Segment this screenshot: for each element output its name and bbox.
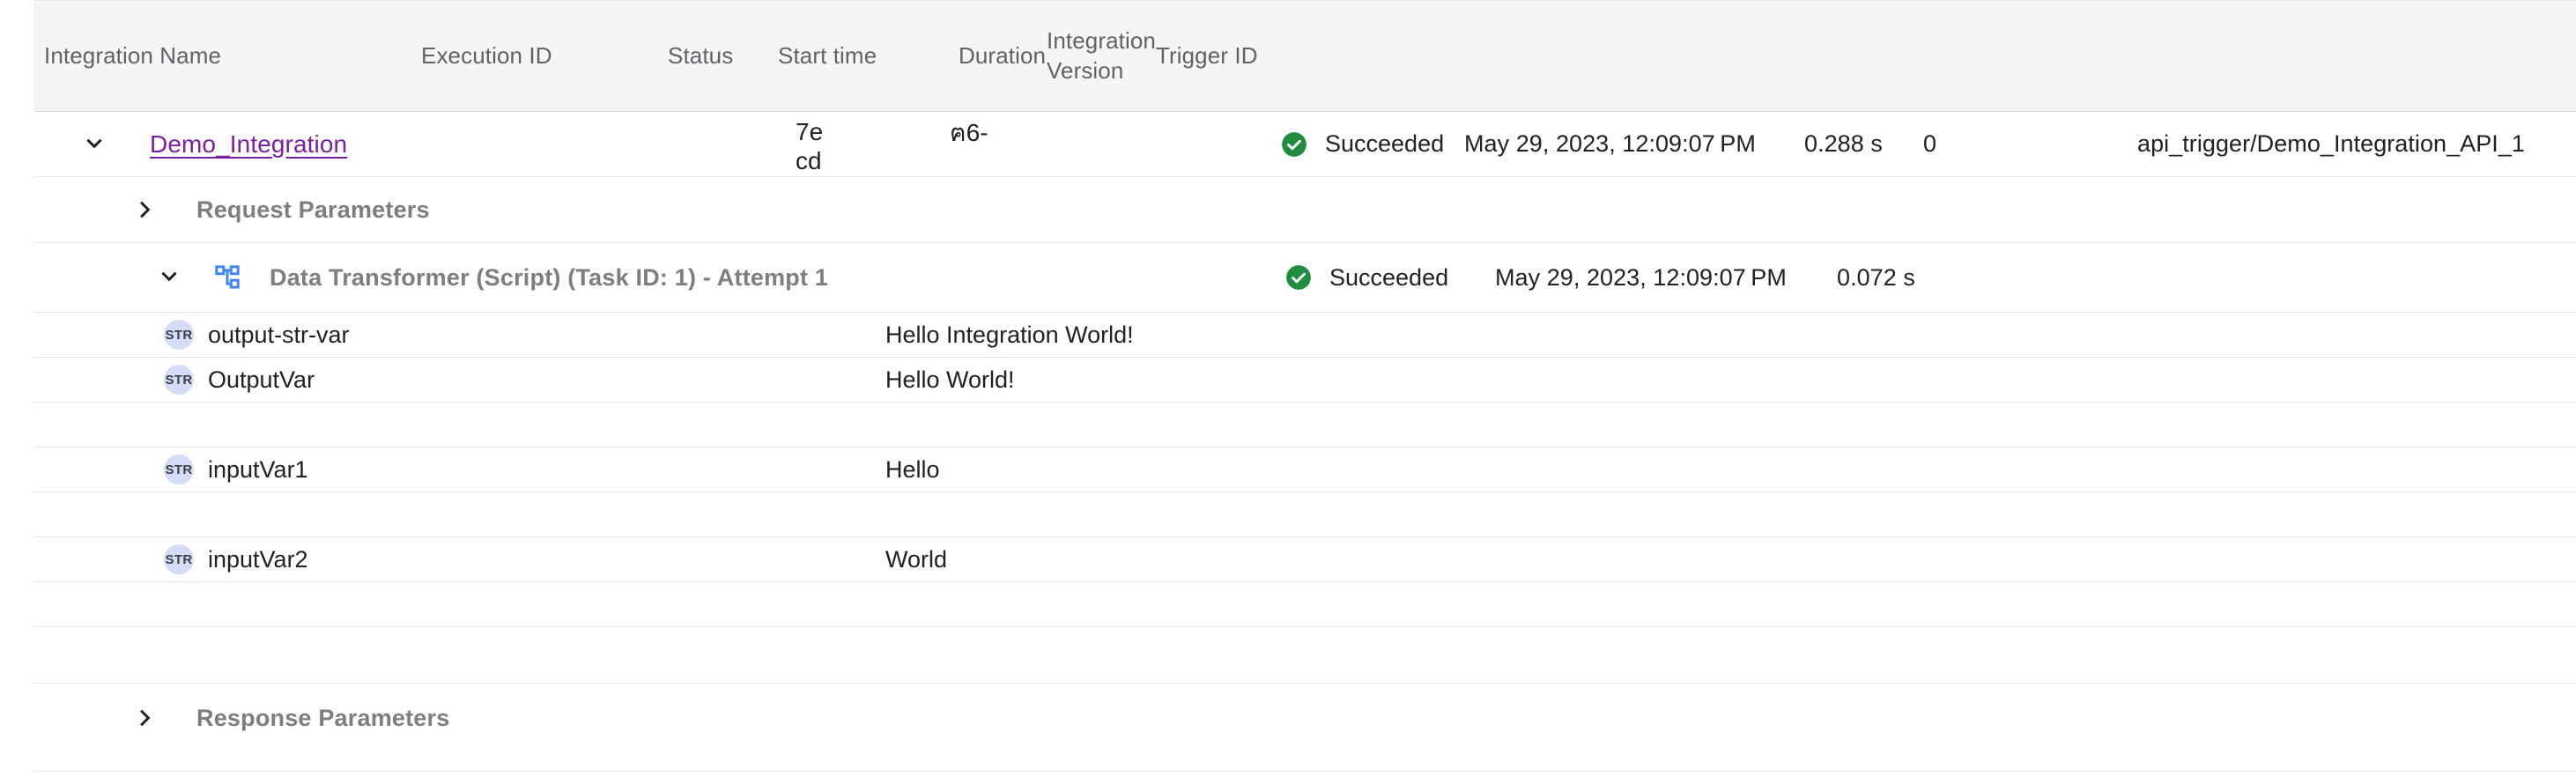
chevron-right-icon[interactable] <box>130 703 160 733</box>
start-time-value: May 29, 2023, 12:09:07 PM <box>1464 130 1756 158</box>
task-status-label: Succeeded <box>1329 264 1448 292</box>
column-header-status[interactable]: Status <box>668 1 778 112</box>
execution-logs-table: Integration Name Execution ID Status Sta… <box>33 0 2576 112</box>
variable-value: World <box>885 546 947 573</box>
execution-row[interactable]: Demo_Integration 7e ฅ​6- cd Succeeded Ma… <box>33 112 2576 177</box>
request-parameters-expander[interactable] <box>130 177 160 242</box>
column-header-start-time[interactable]: Start time <box>778 1 959 112</box>
variable-type-badge-cell: STR <box>164 447 194 492</box>
task-row-expander[interactable] <box>154 243 184 312</box>
variable-row-spacer <box>33 627 2576 684</box>
variable-value-cell: Hello <box>885 447 940 492</box>
execution-logs-page: Integration Name Execution ID Status Sta… <box>0 0 2576 784</box>
variable-value-cell: World <box>885 537 947 581</box>
variable-row-spacer <box>33 403 2576 447</box>
column-header-execution-id[interactable]: Execution ID <box>421 1 668 112</box>
string-type-badge: STR <box>164 455 194 484</box>
string-type-badge: STR <box>164 320 194 350</box>
status-cell: Succeeded <box>1280 112 1444 176</box>
variable-row[interactable]: STR inputVar2 World <box>33 537 2576 582</box>
task-label: Data Transformer (Script) (Task ID: 1) -… <box>270 264 828 292</box>
column-header-integration-version[interactable]: Integration Version <box>1047 1 1156 112</box>
variable-row-spacer <box>33 582 2576 627</box>
task-start-time-value: May 29, 2023, 12:09:07 PM <box>1495 264 1787 292</box>
variable-value: Hello World! <box>885 366 1015 394</box>
variable-name: inputVar1 <box>208 456 308 484</box>
execution-id-fragment-2: ฅ​6- <box>950 120 988 145</box>
response-parameters-label-cell: Response Parameters <box>196 684 449 752</box>
variable-value: Hello <box>885 456 940 484</box>
response-parameters-row[interactable]: Response Parameters <box>33 684 2576 772</box>
check-circle-icon <box>1284 263 1313 292</box>
variable-row[interactable]: STR inputVar1 Hello <box>33 447 2576 492</box>
variable-row[interactable]: STR output-str-var Hello Integration Wor… <box>33 313 2576 358</box>
variable-name-cell: inputVar2 <box>208 537 308 581</box>
chevron-right-icon[interactable] <box>130 195 160 225</box>
integration-name-cell: Demo_Integration <box>150 112 347 176</box>
task-label-cell: Data Transformer (Script) (Task ID: 1) -… <box>270 243 828 312</box>
variable-name: output-str-var <box>208 322 350 349</box>
response-parameters-expander[interactable] <box>130 684 160 752</box>
task-status-cell: Succeeded <box>1284 243 1448 312</box>
variable-name: OutputVar <box>208 366 315 394</box>
trigger-id-cell: api_trigger/Demo_Integration_API_1 <box>2137 112 2525 176</box>
execution-row-expander[interactable] <box>79 112 109 176</box>
variable-row[interactable]: STR OutputVar Hello World! <box>33 358 2576 403</box>
column-header-integration-name[interactable]: Integration Name <box>33 1 421 112</box>
account-tree-icon <box>214 263 244 292</box>
table-header: Integration Name Execution ID Status Sta… <box>33 1 2576 112</box>
task-duration-value: 0.072 s <box>1837 264 1915 292</box>
variable-name-cell: OutputVar <box>208 358 315 402</box>
variable-type-badge-cell: STR <box>164 537 194 581</box>
start-time-cell: May 29, 2023, 12:09:07 PM <box>1464 112 1756 176</box>
variable-type-badge-cell: STR <box>164 358 194 402</box>
column-header-duration[interactable]: Duration <box>959 1 1047 112</box>
response-parameters-label: Response Parameters <box>196 705 449 732</box>
request-parameters-row[interactable]: Request Parameters <box>33 177 2576 243</box>
status-label: Succeeded <box>1325 130 1444 158</box>
integration-version-value: 0 <box>1923 130 1936 158</box>
task-start-time-cell: May 29, 2023, 12:09:07 PM <box>1495 243 1787 312</box>
variable-name-cell: output-str-var <box>208 313 350 357</box>
variable-value: Hello Integration World! <box>885 322 1134 349</box>
task-duration-cell: 0.072 s <box>1837 243 1915 312</box>
string-type-badge: STR <box>164 365 194 395</box>
duration-cell: 0.288 s <box>1804 112 1883 176</box>
task-type-icon-cell <box>214 243 244 312</box>
variable-name: inputVar2 <box>208 546 308 573</box>
integration-name-link[interactable]: Demo_Integration <box>150 130 347 159</box>
variable-row-spacer <box>33 492 2576 537</box>
request-parameters-label-cell: Request Parameters <box>196 177 430 242</box>
variable-type-badge-cell: STR <box>164 313 194 357</box>
request-parameters-label: Request Parameters <box>196 196 430 224</box>
variable-name-cell: inputVar1 <box>208 447 308 492</box>
column-header-trigger-id[interactable]: Trigger ID <box>1156 1 2576 112</box>
integration-version-cell: 0 <box>1923 112 1936 176</box>
variable-value-cell: Hello World! <box>885 358 1015 402</box>
check-circle-icon <box>1280 130 1308 159</box>
table-header-row: Integration Name Execution ID Status Sta… <box>33 1 2576 112</box>
variable-value-cell: Hello Integration World! <box>885 313 1134 357</box>
trigger-id-value: api_trigger/Demo_Integration_API_1 <box>2137 130 2525 158</box>
duration-value: 0.288 s <box>1804 130 1883 158</box>
chevron-down-icon[interactable] <box>154 263 184 292</box>
execution-id-cell: 7e ฅ​6- cd <box>796 119 1060 177</box>
task-row[interactable]: Data Transformer (Script) (Task ID: 1) -… <box>33 243 2576 313</box>
string-type-badge: STR <box>164 544 194 574</box>
chevron-down-icon[interactable] <box>79 129 109 159</box>
execution-id-fragment-1: 7e <box>796 119 823 144</box>
execution-id-value: 7e ฅ​6- cd <box>796 119 1060 177</box>
execution-id-fragment-3: cd <box>796 148 822 174</box>
